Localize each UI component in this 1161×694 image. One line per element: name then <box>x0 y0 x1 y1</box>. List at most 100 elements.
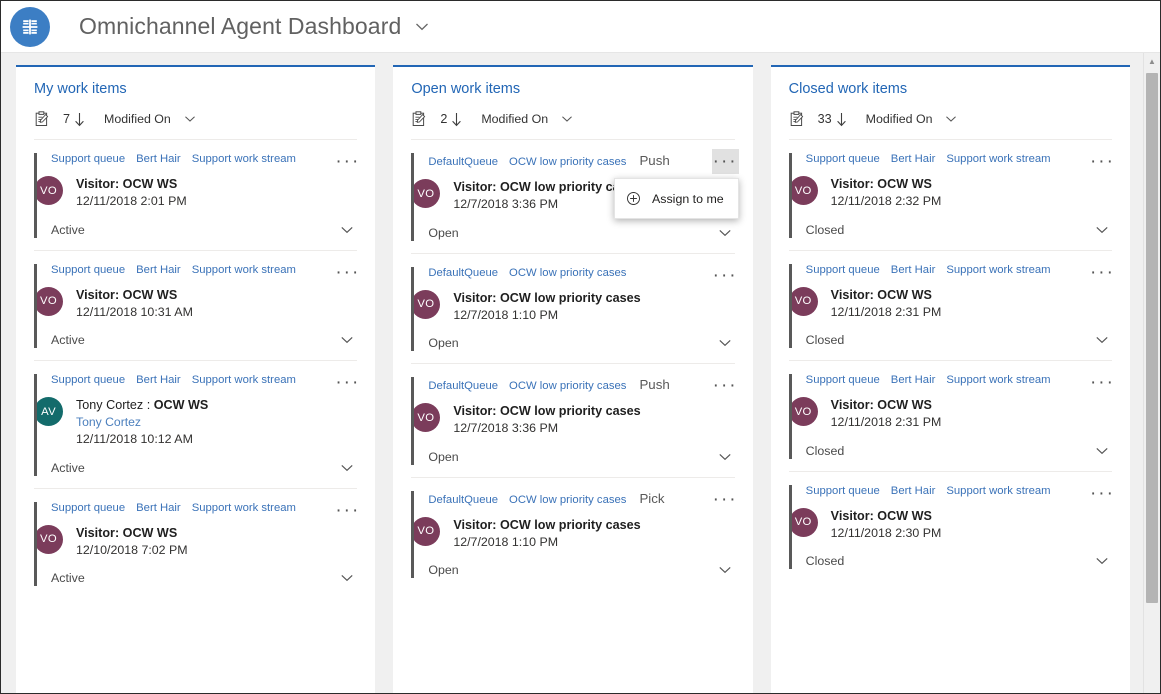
card-tag-link[interactable]: Support queue <box>806 485 880 497</box>
card-tag-link[interactable]: Support work stream <box>192 153 296 165</box>
work-item-card[interactable]: DefaultQueueOCW low priority cases···VOV… <box>411 254 734 365</box>
card-title: Visitor: OCW WS <box>76 176 187 193</box>
chevron-down-icon[interactable] <box>717 562 733 578</box>
card-tag-link[interactable]: OCW low priority cases <box>509 156 626 168</box>
status-label: Active <box>51 461 85 475</box>
card-tag-link[interactable]: Bert Hair <box>136 153 181 165</box>
work-item-card[interactable]: Support queue Bert Hair Support work strea… <box>34 251 357 362</box>
card-tag-link[interactable]: Bert Hair <box>136 374 181 386</box>
sort-descending-arrow-icon[interactable] <box>73 112 86 127</box>
chevron-down-icon[interactable] <box>560 112 574 126</box>
chevron-down-icon[interactable] <box>717 335 733 351</box>
chevron-down-icon[interactable] <box>944 112 958 126</box>
avatar: VO <box>789 508 818 537</box>
chevron-down-icon[interactable] <box>1094 222 1110 238</box>
chevron-down-icon[interactable] <box>183 112 197 126</box>
chevron-down-icon[interactable] <box>339 332 355 348</box>
more-options-icon[interactable]: ··· <box>1089 260 1116 285</box>
work-item-card[interactable]: Support queue Bert Hair Support work strea… <box>789 472 1112 582</box>
sort-descending-arrow-icon[interactable] <box>835 112 848 127</box>
vertical-scrollbar[interactable]: ▲ <box>1143 53 1160 693</box>
work-item-column: Open work items2Modified OnDefaultQueueO… <box>393 65 752 693</box>
scroll-up-arrow-icon[interactable]: ▲ <box>1144 53 1160 70</box>
card-tag-link[interactable]: OCW low priority cases <box>509 267 626 279</box>
dynamics-app-icon[interactable] <box>10 7 50 47</box>
work-item-card[interactable]: Support queue Bert Hair Support work strea… <box>789 251 1112 362</box>
card-tag-link[interactable]: DefaultQueue <box>428 267 498 279</box>
card-tag-link[interactable]: Support work stream <box>946 264 1050 276</box>
more-options-icon[interactable]: ··· <box>334 260 361 285</box>
card-tag-row: DefaultQueueOCW low priority casesPush <box>428 377 734 392</box>
card-tag-link[interactable]: Support work stream <box>946 374 1050 386</box>
sort-field-label[interactable]: Modified On <box>866 112 933 126</box>
card-tag-link[interactable]: Support queue <box>51 502 125 514</box>
work-item-card[interactable]: DefaultQueueOCW low priority casesPush··… <box>411 140 734 254</box>
card-context-menu[interactable]: Assign to me <box>614 178 739 219</box>
sort-field-label[interactable]: Modified On <box>104 112 171 126</box>
chevron-down-icon[interactable] <box>339 570 355 586</box>
card-accent-bar <box>34 153 37 238</box>
card-tag-link[interactable]: Support work stream <box>192 374 296 386</box>
status-label: Open <box>428 336 458 350</box>
card-tag-link[interactable]: Support queue <box>806 264 880 276</box>
chevron-down-icon[interactable] <box>1094 553 1110 569</box>
more-options-icon[interactable]: ··· <box>712 373 739 398</box>
card-tag-link[interactable]: DefaultQueue <box>428 494 498 506</box>
chevron-down-icon[interactable] <box>1094 443 1110 459</box>
more-options-icon[interactable]: ··· <box>712 487 739 512</box>
chevron-down-icon[interactable] <box>339 222 355 238</box>
card-title: Visitor: OCW WS <box>76 525 188 542</box>
work-item-card[interactable]: DefaultQueueOCW low priority casesPush··… <box>411 364 734 478</box>
work-item-card[interactable]: DefaultQueueOCW low priority casesPick··… <box>411 478 734 591</box>
work-item-card[interactable]: Support queue Bert Hair Support work strea… <box>34 361 357 488</box>
chevron-down-icon[interactable] <box>414 19 430 35</box>
card-tag-link[interactable]: Bert Hair <box>891 153 936 165</box>
card-tag-link[interactable]: Support queue <box>806 153 880 165</box>
chevron-down-icon[interactable] <box>339 460 355 476</box>
card-tag-link[interactable]: DefaultQueue <box>428 380 498 392</box>
card-tag-link[interactable]: Bert Hair <box>891 264 936 276</box>
card-tag-link[interactable]: Support work stream <box>192 264 296 276</box>
card-tag-link[interactable]: DefaultQueue <box>428 156 498 168</box>
sort-descending-arrow-icon[interactable] <box>450 112 463 127</box>
card-tag-row: Support queue Bert Hair Support work strea… <box>806 374 1112 386</box>
work-item-card[interactable]: Support queue Bert Hair Support work strea… <box>34 140 357 251</box>
more-options-icon[interactable]: ··· <box>1089 370 1116 395</box>
card-tag-link[interactable]: Bert Hair <box>136 264 181 276</box>
card-timestamp: 12/10/2018 7:02 PM <box>76 542 188 560</box>
more-options-icon[interactable]: ··· <box>334 149 361 174</box>
menu-item-assign-to-me[interactable]: Assign to me <box>615 183 738 214</box>
more-options-icon[interactable]: ··· <box>712 149 739 174</box>
card-tag-link[interactable]: Bert Hair <box>891 485 936 497</box>
card-tag-link[interactable]: Bert Hair <box>891 374 936 386</box>
more-options-icon[interactable]: ··· <box>1089 481 1116 506</box>
chevron-down-icon[interactable] <box>1094 332 1110 348</box>
card-title: Visitor: OCW WS <box>76 287 193 304</box>
card-tag-link[interactable]: Support work stream <box>946 485 1050 497</box>
card-accent-bar <box>789 374 792 459</box>
sort-field-label[interactable]: Modified On <box>481 112 548 126</box>
status-label: Active <box>51 223 85 237</box>
more-options-icon[interactable]: ··· <box>1089 149 1116 174</box>
more-options-icon[interactable]: ··· <box>712 263 739 288</box>
card-tag-link[interactable]: Bert Hair <box>136 502 181 514</box>
card-tag-link[interactable]: Support queue <box>806 374 880 386</box>
card-tag-link[interactable]: Support work stream <box>192 502 296 514</box>
card-tag-link[interactable]: Support queue <box>51 153 125 165</box>
work-item-card[interactable]: Support queue Bert Hair Support work strea… <box>34 489 357 599</box>
more-options-icon[interactable]: ··· <box>334 370 361 395</box>
card-tag-link[interactable]: Support queue <box>51 264 125 276</box>
work-item-card[interactable]: Support queue Bert Hair Support work strea… <box>789 140 1112 251</box>
work-item-card[interactable]: Support queue Bert Hair Support work strea… <box>789 361 1112 472</box>
chevron-down-icon[interactable] <box>717 225 733 241</box>
card-subtitle[interactable]: Tony Cortez <box>76 414 208 431</box>
column-header: Closed work items33Modified On <box>771 67 1130 140</box>
card-title: Tony Cortez : OCW WS <box>76 397 208 414</box>
card-tag-link[interactable]: Support work stream <box>946 153 1050 165</box>
card-tag-link[interactable]: OCW low priority cases <box>509 380 626 392</box>
chevron-down-icon[interactable] <box>717 449 733 465</box>
scrollbar-thumb[interactable] <box>1146 73 1158 603</box>
more-options-icon[interactable]: ··· <box>334 498 361 523</box>
card-tag-link[interactable]: Support queue <box>51 374 125 386</box>
card-tag-link[interactable]: OCW low priority cases <box>509 494 626 506</box>
